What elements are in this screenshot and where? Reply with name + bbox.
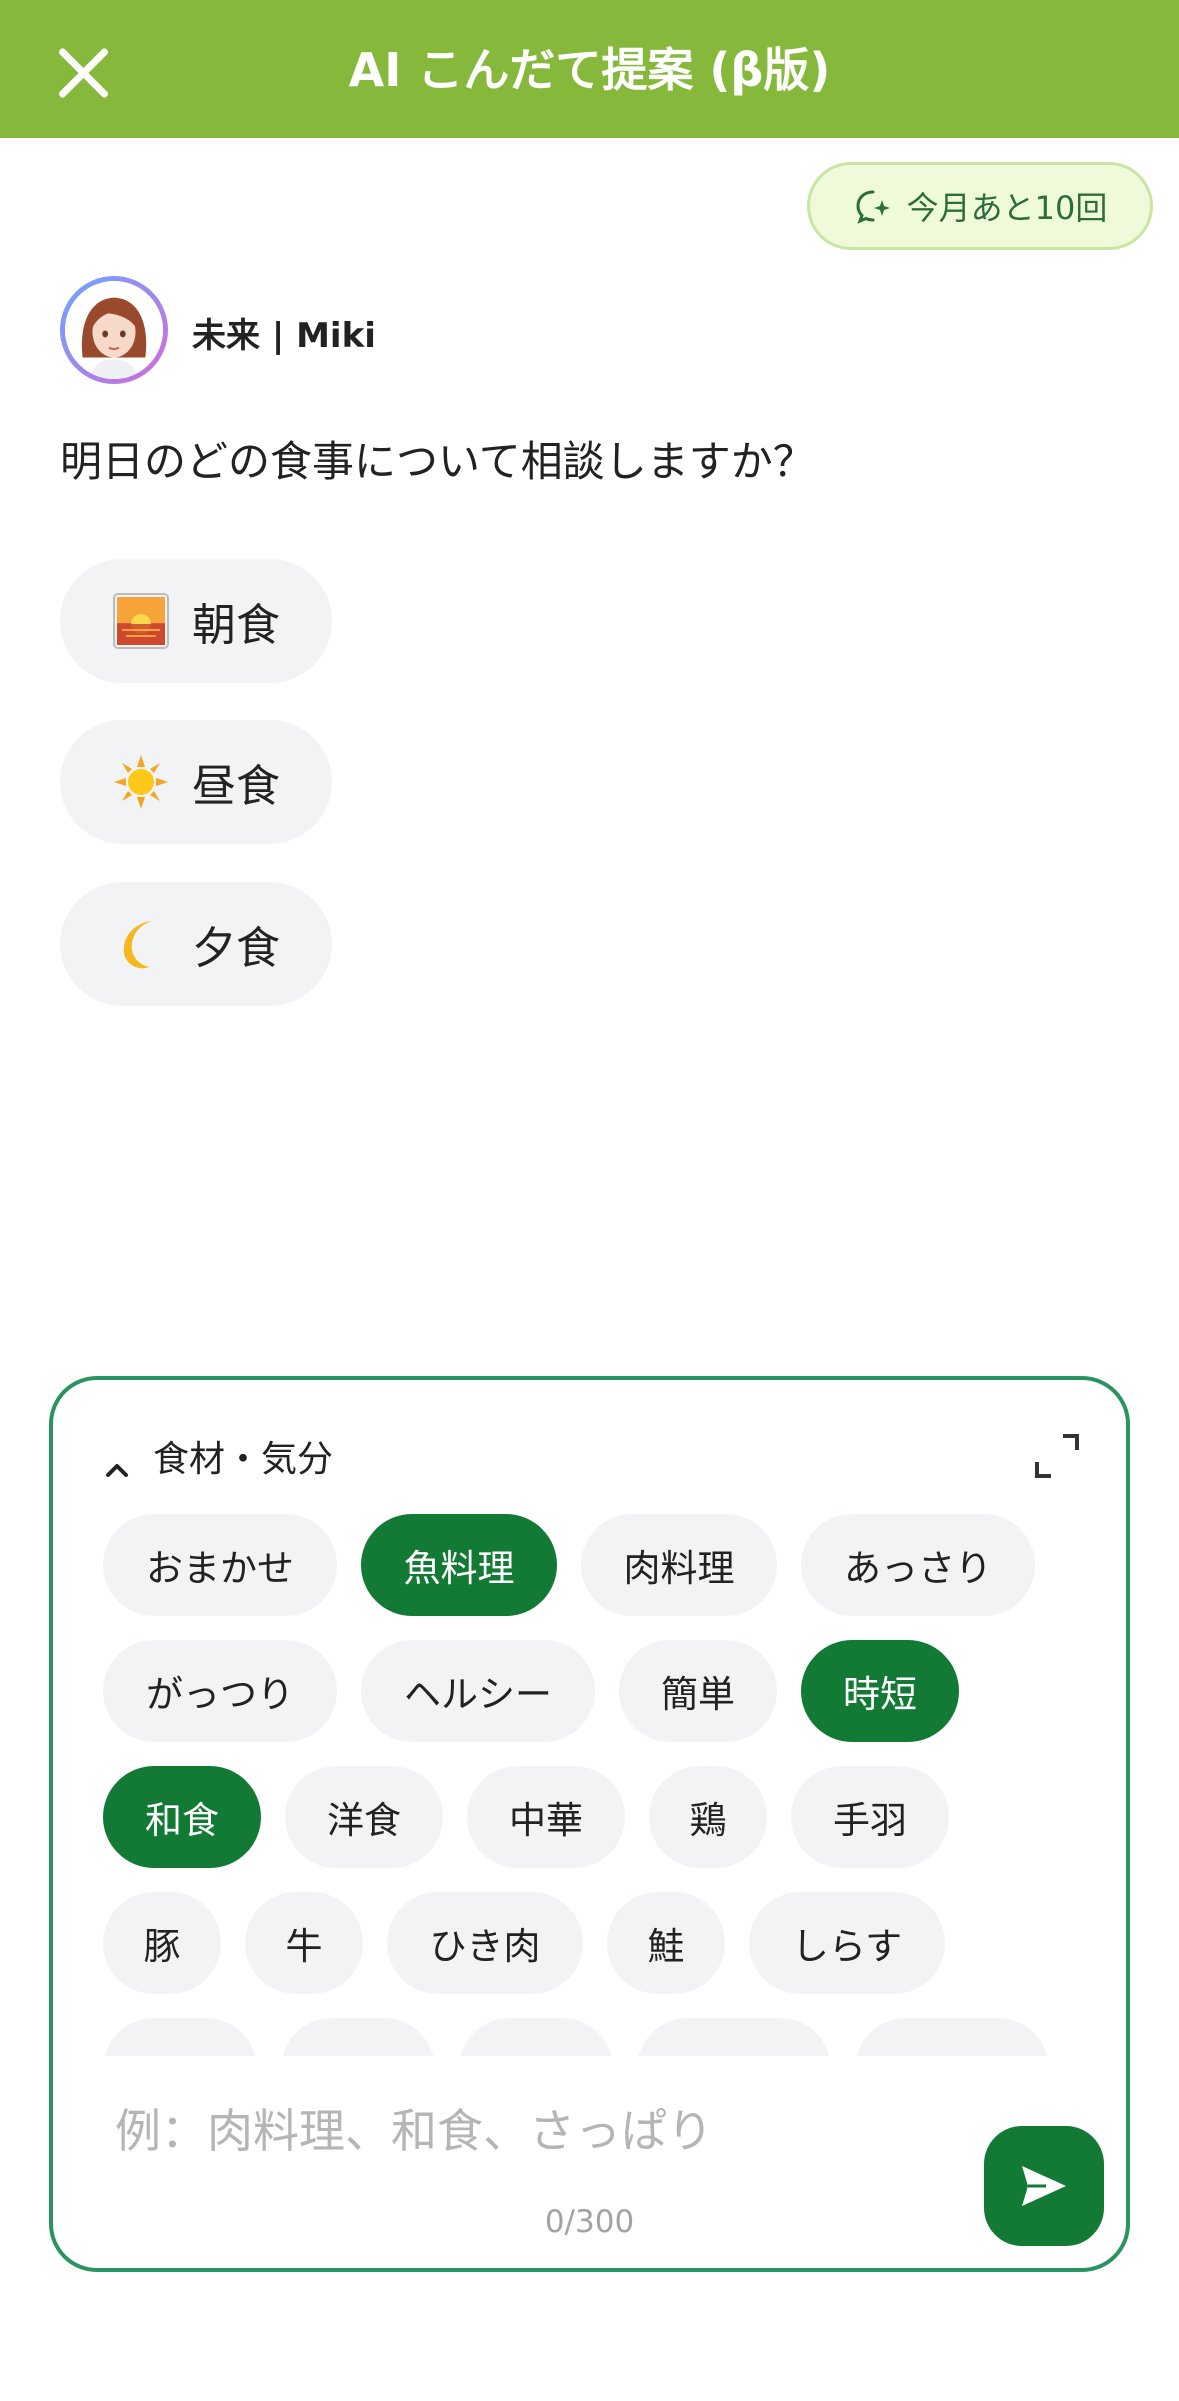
lunch-button[interactable]: 昼食 — [60, 720, 332, 844]
tag-shirasu[interactable]: しらす — [749, 1892, 945, 1994]
page-title: AI こんだて提案 (β版) — [348, 43, 831, 97]
tag-salmon[interactable]: 鮭 — [607, 1892, 725, 1994]
tag-meat-dish[interactable]: 肉料理 — [581, 1514, 777, 1616]
tag-japanese[interactable]: 和食 — [103, 1766, 261, 1868]
tag-list: おまかせ 魚料理 肉料理 あっさり がっつり ヘルシー 簡単 時短 和食 洋食 … — [103, 1514, 1103, 2056]
tag-hidden[interactable] — [459, 2018, 613, 2056]
dinner-label: 夕食 — [192, 923, 280, 974]
tag-light[interactable]: あっさり — [801, 1514, 1035, 1616]
tag-row — [103, 2018, 1049, 2056]
send-icon — [1022, 2166, 1066, 2206]
send-button[interactable] — [984, 2126, 1104, 2246]
tag-fish-dish[interactable]: 魚料理 — [361, 1514, 557, 1616]
expand-icon[interactable] — [1033, 1432, 1081, 1480]
tag-ground-meat[interactable]: ひき肉 — [387, 1892, 583, 1994]
tag-hidden[interactable] — [637, 2018, 831, 2056]
dinner-button[interactable]: 夕食 — [60, 882, 332, 1006]
ingredient-mood-panel: 食材・気分 おまかせ 魚料理 肉料理 あっさり がっつり ヘルシー 簡単 時短 … — [49, 1376, 1130, 2272]
quota-label: 今月あと10回 — [906, 189, 1108, 227]
tag-western[interactable]: 洋食 — [285, 1766, 443, 1868]
quota-badge: 今月あと10回 — [807, 162, 1153, 250]
tag-chinese[interactable]: 中華 — [467, 1766, 625, 1868]
tag-quick[interactable]: 時短 — [801, 1640, 959, 1742]
tag-chicken[interactable]: 鶏 — [649, 1766, 767, 1868]
breakfast-button[interactable]: 朝食 — [60, 559, 332, 683]
char-counter: 0/300 — [544, 2204, 635, 2240]
tag-row: おまかせ 魚料理 肉料理 あっさり — [103, 1514, 1035, 1616]
lunch-label: 昼食 — [192, 761, 280, 812]
bot-name: 未来 | Miki — [192, 316, 376, 356]
sparkle-chat-icon — [856, 190, 890, 224]
header-bar: AI こんだて提案 (β版) — [0, 0, 1179, 138]
tag-hearty[interactable]: がっつり — [103, 1640, 337, 1742]
question-text: 明日のどの食事について相談しますか？ — [60, 437, 815, 486]
avatar — [60, 276, 168, 384]
tag-row: がっつり ヘルシー 簡単 時短 — [103, 1640, 959, 1742]
tag-omakase[interactable]: おまかせ — [103, 1514, 337, 1616]
tag-row: 和食 洋食 中華 鶏 手羽 — [103, 1766, 949, 1868]
tag-hidden[interactable] — [281, 2018, 435, 2056]
sun-icon — [114, 755, 168, 809]
tag-wings[interactable]: 手羽 — [791, 1766, 949, 1868]
chevron-up-icon[interactable] — [103, 1456, 131, 1484]
tag-healthy[interactable]: ヘルシー — [361, 1640, 595, 1742]
tag-row: 豚 牛 ひき肉 鮭 しらす — [103, 1892, 945, 1994]
sunrise-icon — [113, 593, 169, 649]
crescent-moon-icon — [123, 921, 152, 969]
tag-easy[interactable]: 簡単 — [619, 1640, 777, 1742]
tag-pork[interactable]: 豚 — [103, 1892, 221, 1994]
tag-hidden[interactable] — [855, 2018, 1049, 2056]
tag-beef[interactable]: 牛 — [245, 1892, 363, 1994]
panel-title[interactable]: 食材・気分 — [153, 1430, 333, 1482]
tag-hidden[interactable] — [103, 2018, 257, 2056]
request-input[interactable] — [115, 2096, 975, 2166]
breakfast-label: 朝食 — [192, 600, 280, 651]
